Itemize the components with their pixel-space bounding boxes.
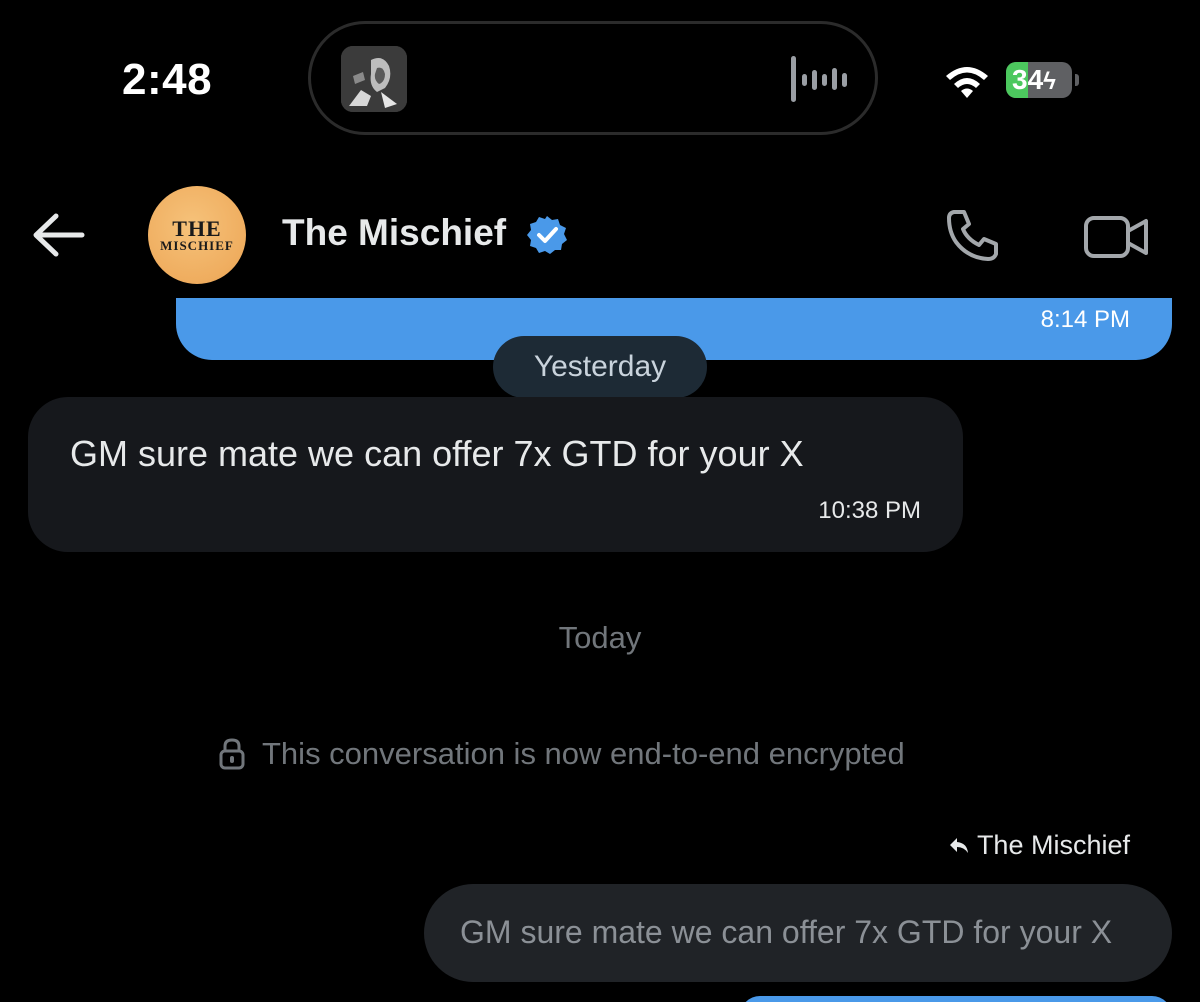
battery-cap (1075, 74, 1079, 86)
message-timestamp: 10:38 PM (818, 497, 921, 524)
sent-message-bubble-partial[interactable] (740, 996, 1172, 1002)
artwork-image (341, 46, 407, 112)
dm-conversation-screen: 2:48 34ϟ THE MISCHIEF The Mischief 8:14 … (0, 0, 1200, 1002)
avatar[interactable]: THE MISCHIEF (148, 186, 246, 284)
video-camera-icon[interactable] (1082, 210, 1152, 262)
reply-to-name: The Mischief (976, 830, 1130, 860)
date-separator-today: Today (558, 620, 642, 655)
message-timestamp: 8:14 PM (1040, 306, 1130, 333)
quoted-message-text: GM sure mate we can offer 7x GTD for you… (460, 914, 1113, 950)
now-playing-artwork[interactable] (341, 46, 407, 112)
lock-icon (219, 738, 245, 770)
arrow-left-icon[interactable] (30, 210, 86, 260)
avatar-logo-line2: MISCHIEF (160, 238, 234, 253)
audio-waveform-icon (791, 56, 847, 102)
dynamic-island[interactable] (308, 21, 878, 135)
date-separator-yesterday: Yesterday (493, 336, 707, 398)
encryption-notice: This conversation is now end-to-end encr… (218, 734, 905, 774)
reply-arrow-icon (949, 837, 968, 853)
message-text: GM sure mate we can offer 7x GTD for you… (70, 433, 804, 474)
verified-badge-icon (527, 216, 567, 254)
wifi-icon (946, 67, 988, 98)
status-time: 2:48 (122, 55, 213, 104)
contact-name[interactable]: The Mischief (282, 212, 506, 254)
battery-body: 34ϟ (1006, 62, 1072, 98)
phone-icon[interactable] (944, 206, 1002, 264)
encryption-notice-text: This conversation is now end-to-end encr… (262, 736, 905, 771)
reply-context: The Mischief (949, 830, 1130, 861)
battery-indicator: 34ϟ (1006, 62, 1080, 98)
received-message-bubble[interactable]: GM sure mate we can offer 7x GTD for you… (28, 397, 963, 552)
battery-percent: 34ϟ (1012, 64, 1056, 95)
charging-bolt-icon: ϟ (1043, 68, 1056, 95)
quoted-message-bubble[interactable]: GM sure mate we can offer 7x GTD for you… (424, 884, 1172, 982)
